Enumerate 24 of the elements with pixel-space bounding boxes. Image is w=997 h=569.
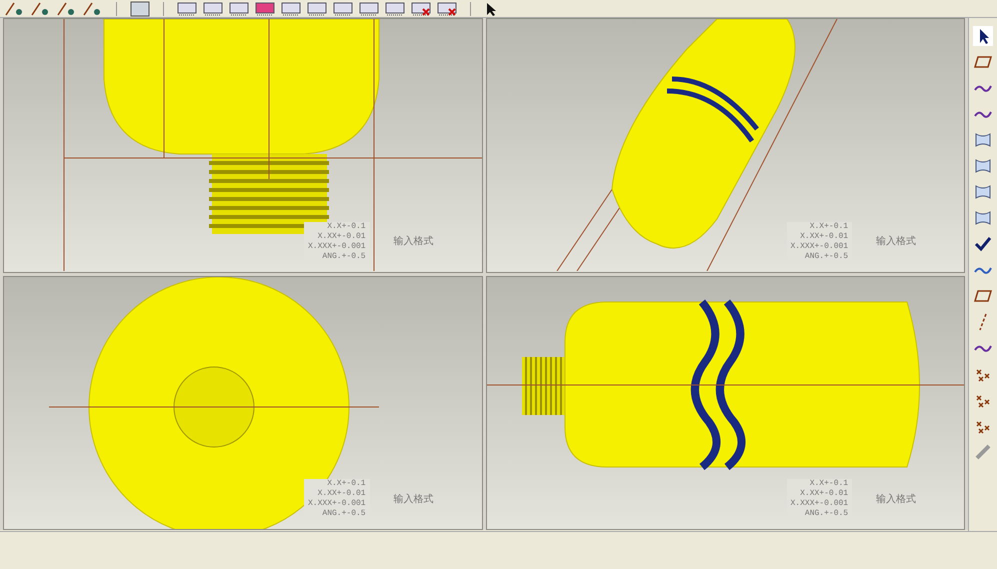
tolerance-text: X.X+-0.1 (327, 222, 366, 232)
tolerance-text: X.XX+-0.01 (800, 489, 848, 499)
tolerance-text: X.XX+-0.01 (800, 232, 848, 242)
model-viewport[interactable]: X.X+-0.1 X.XX+-0.01 X.XXX+-0.001 ANG.+-0.5 输入格式 (3, 18, 482, 272)
tolerance-text: X.XX+-0.01 (318, 232, 366, 242)
mode-label: 输入格式 (394, 492, 434, 506)
tolerance-text: X.XXX+-0.001 (308, 242, 366, 252)
tolerance-text: X.X+-0.1 (810, 479, 848, 489)
tolerance-text: X.XXX+-0.001 (790, 242, 848, 252)
tolerance-text: ANG.+-0.5 (804, 252, 848, 262)
mode-label: 输入格式 (394, 234, 434, 249)
tolerance-text: X.X+-0.1 (327, 479, 366, 489)
model-viewport[interactable]: X.X+-0.1 X.XX+-0.01 X.XXX+-0.001 ANG.+-0.5 输入格式 (3, 276, 482, 530)
tolerance-text: ANG.+-0.5 (322, 509, 366, 519)
tolerance-text: X.X+-0.1 (810, 222, 848, 232)
tolerance-text: ANG.+-0.5 (322, 252, 366, 262)
mode-label: 输入格式 (876, 234, 916, 249)
tolerance-text: X.XXX+-0.001 (308, 499, 366, 509)
model-viewport[interactable]: X.X+-0.1 X.XX+-0.01 X.XXX+-0.001 ANG.+-0.5 输入格式 (486, 276, 965, 530)
tolerance-text: X.XXX+-0.001 (790, 499, 848, 509)
mode-label: 输入格式 (876, 492, 916, 506)
model-viewport[interactable]: X.X+-0.1 X.XX+-0.01 X.XXX+-0.001 ANG.+-0.5 输入格式 (486, 18, 965, 272)
tolerance-text: ANG.+-0.5 (804, 509, 848, 519)
tolerance-text: X.XX+-0.01 (318, 489, 366, 499)
